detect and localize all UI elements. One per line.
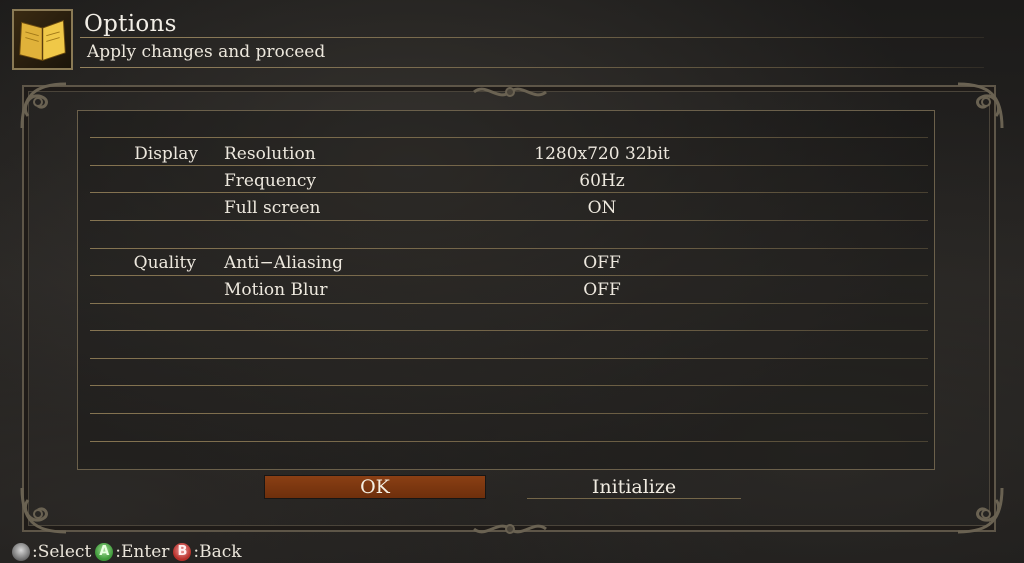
row-divider [90,330,928,331]
frame-corner-ornament [950,480,1010,540]
setting-label-fullscreen[interactable]: Full screen [224,198,320,218]
ok-button[interactable]: OK [265,476,485,498]
setting-value-resolution[interactable]: 1280x720 32bit [502,144,702,164]
left-stick-icon [12,543,30,561]
frame-bottom-ornament [470,517,550,541]
setting-value-fullscreen[interactable]: ON [502,198,702,218]
initialize-button[interactable]: Initialize [527,476,741,499]
page-subtitle: Apply changes and proceed [87,42,326,62]
category-display: Display [134,144,198,164]
frame-corner-ornament [950,76,1010,136]
b-button-icon: B [173,543,192,561]
a-button-icon: A [95,543,114,561]
setting-label-frequency[interactable]: Frequency [224,171,316,191]
subtitle-divider [80,67,984,68]
row-divider [90,303,928,304]
row-divider [90,385,928,386]
setting-value-motion-blur[interactable]: OFF [502,280,702,300]
book-icon [12,9,73,70]
setting-value-frequency[interactable]: 60Hz [502,171,702,191]
row-divider [90,165,928,166]
row-divider [90,413,928,414]
row-divider [90,275,928,276]
setting-label-anti-aliasing[interactable]: Anti−Aliasing [224,253,343,273]
frame-corner-ornament [14,480,74,540]
row-divider [90,248,928,249]
back-hint: :Back [193,542,242,562]
setting-label-resolution[interactable]: Resolution [224,144,316,164]
row-divider [90,192,928,193]
page-title: Options [84,11,177,37]
row-divider [90,220,928,221]
setting-label-motion-blur[interactable]: Motion Blur [224,280,328,300]
control-hints: :Select A :Enter B :Back [12,541,246,563]
category-quality: Quality [133,253,196,273]
setting-value-anti-aliasing[interactable]: OFF [502,253,702,273]
select-hint: :Select [32,542,92,562]
frame-corner-ornament [14,76,74,136]
title-divider [80,37,984,38]
row-divider [90,358,928,359]
row-divider [90,441,928,442]
frame-top-ornament [470,80,550,104]
row-divider [90,137,928,138]
enter-hint: :Enter [115,542,170,562]
